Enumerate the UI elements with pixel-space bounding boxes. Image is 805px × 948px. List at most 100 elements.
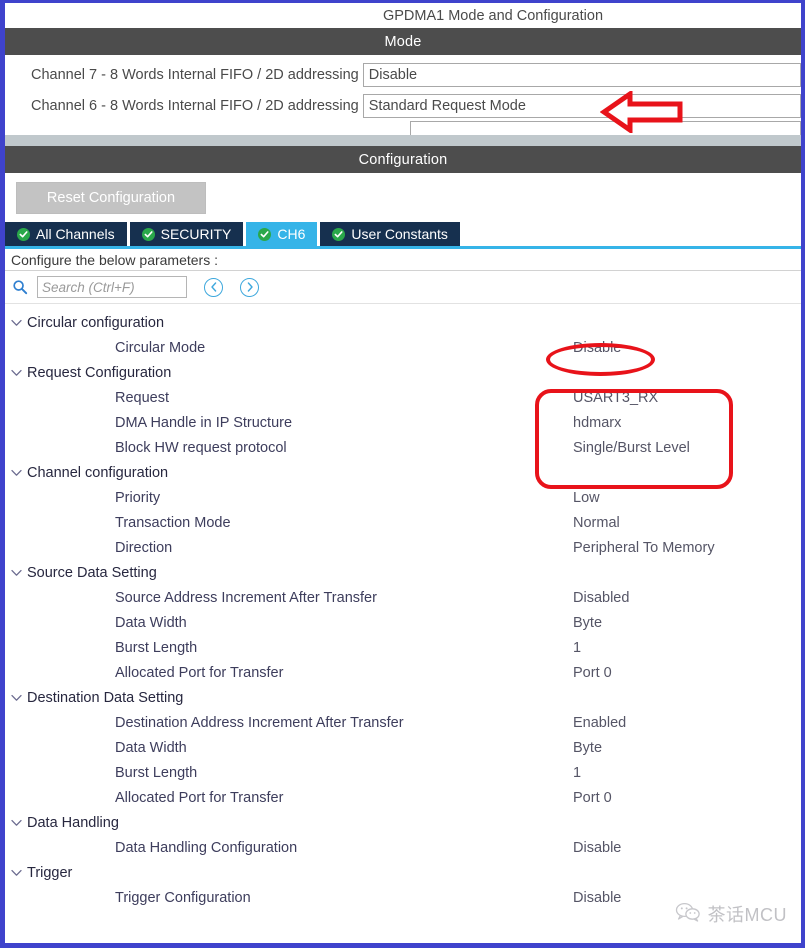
chevron-down-icon[interactable] — [5, 869, 27, 877]
chevron-right-icon[interactable] — [240, 277, 259, 297]
tab-security-label: SECURITY — [160, 226, 232, 242]
parameter-row[interactable]: Data Handling Configuration Disable — [5, 835, 801, 860]
parameter-value[interactable]: Byte — [573, 740, 602, 756]
parameter-value[interactable]: Single/Burst Level — [573, 440, 690, 456]
parameter-group-row[interactable]: Request Configuration — [5, 360, 801, 385]
search-icon — [12, 279, 28, 295]
parameter-name: Data Handling Configuration — [115, 839, 298, 856]
parameter-row[interactable]: Source Address Increment After Transfer D… — [5, 585, 801, 610]
tab-user-constants[interactable]: User Constants — [320, 222, 460, 246]
parameter-group-row[interactable]: Trigger — [5, 860, 801, 885]
parameter-value[interactable]: 1 — [573, 640, 581, 656]
parameter-row[interactable]: Circular Mode Disable — [5, 335, 801, 360]
mode-row-channel7: Channel 7 - 8 Words Internal FIFO / 2D a… — [5, 59, 801, 90]
parameter-name: Data Width — [115, 739, 187, 756]
tab-security[interactable]: SECURITY — [129, 222, 244, 246]
chevron-down-icon[interactable] — [5, 569, 27, 577]
chevron-down-icon[interactable] — [5, 319, 27, 327]
chevron-left-icon[interactable] — [204, 277, 223, 297]
chevron-down-icon[interactable] — [5, 469, 27, 477]
mode-row-channel7-label: Channel 7 - 8 Words Internal FIFO / 2D a… — [31, 66, 359, 83]
parameter-name: Block HW request protocol — [115, 439, 287, 456]
parameter-group-row[interactable]: Data Handling — [5, 810, 801, 835]
parameter-name: Circular Mode — [115, 339, 206, 356]
mode-row-channel7-value: Disable — [368, 66, 418, 83]
parameter-name: Trigger Configuration — [115, 889, 251, 906]
parameter-row[interactable]: Priority Low — [5, 485, 801, 510]
tab-all-channels[interactable]: All Channels — [5, 222, 127, 246]
watermark: 茶话MCU — [675, 901, 788, 927]
chevron-down-icon[interactable] — [5, 819, 27, 827]
gpdma-configuration-window: GPDMA1 Mode and Configuration Mode Chann… — [0, 0, 805, 948]
parameter-group-row[interactable]: Channel configuration — [5, 460, 801, 485]
parameter-value[interactable]: Enabled — [573, 715, 626, 731]
parameter-value[interactable]: Disable — [573, 890, 621, 906]
mode-row-channel6-combobox[interactable]: Standard Request Mode — [362, 93, 801, 118]
chevron-down-icon[interactable] — [5, 369, 27, 377]
check-circle-icon — [17, 227, 30, 241]
parameter-name: Data Handling — [27, 814, 119, 831]
search-input[interactable] — [37, 276, 187, 298]
parameter-name: Destination Data Setting — [27, 689, 184, 706]
parameter-value[interactable]: Disable — [573, 340, 621, 356]
parameter-name: Burst Length — [115, 639, 198, 656]
chevron-down-icon[interactable] — [5, 694, 27, 702]
wechat-bubble-icon — [675, 902, 701, 927]
parameter-group-row[interactable]: Circular configuration — [5, 310, 801, 335]
tab-user-constants-label: User Constants — [351, 226, 448, 242]
parameter-value[interactable]: Disabled — [573, 590, 629, 606]
annotation-left-arrow — [599, 89, 685, 135]
parameter-value[interactable]: Normal — [573, 515, 620, 531]
parameter-row[interactable]: Data Width Byte — [5, 610, 801, 635]
parameter-name: Burst Length — [115, 764, 198, 781]
parameter-value[interactable]: Byte — [573, 615, 602, 631]
parameter-row[interactable]: Transaction Mode Normal — [5, 510, 801, 535]
parameter-row[interactable]: DMA Handle in IP Structure hdmarx — [5, 410, 801, 435]
configuration-section-header-label: Configuration — [358, 151, 448, 168]
parameter-name: Source Data Setting — [27, 564, 157, 581]
parameter-value[interactable]: Low — [573, 490, 600, 506]
tab-ch6[interactable]: CH6 — [246, 222, 318, 246]
window-title-bar: GPDMA1 Mode and Configuration — [5, 3, 801, 28]
parameter-name: Direction — [115, 539, 173, 556]
parameter-row[interactable]: Destination Address Increment After Tran… — [5, 710, 801, 735]
mode-section-header-label: Mode — [384, 33, 422, 50]
parameter-name: Destination Address Increment After Tran… — [115, 714, 404, 731]
parameter-name: Allocated Port for Transfer — [115, 664, 284, 681]
parameter-row[interactable]: Burst Length 1 — [5, 635, 801, 660]
tab-all-channels-label: All Channels — [36, 226, 115, 242]
parameter-value[interactable]: Peripheral To Memory — [573, 540, 715, 556]
check-circle-icon — [141, 227, 155, 241]
parameter-row[interactable]: Burst Length 1 — [5, 760, 801, 785]
tab-ch6-label: CH6 — [277, 226, 306, 242]
parameter-value[interactable]: Port 0 — [573, 790, 612, 806]
parameter-name: DMA Handle in IP Structure — [115, 414, 293, 431]
parameter-row[interactable]: Direction Peripheral To Memory — [5, 535, 801, 560]
parameter-value[interactable]: Disable — [573, 840, 621, 856]
parameter-name: Trigger — [27, 864, 73, 881]
parameter-name: Circular configuration — [27, 314, 165, 331]
parameter-name: Allocated Port for Transfer — [115, 789, 284, 806]
parameter-value[interactable]: 1 — [573, 765, 581, 781]
mode-section-header: Mode — [5, 28, 801, 55]
parameter-row[interactable]: Request USART3_RX — [5, 385, 801, 410]
parameter-row[interactable]: Allocated Port for Transfer Port 0 — [5, 785, 801, 810]
parameter-group-row[interactable]: Destination Data Setting — [5, 685, 801, 710]
parameter-name: Transaction Mode — [115, 514, 231, 531]
parameter-row[interactable]: Data Width Byte — [5, 735, 801, 760]
parameter-name: Channel configuration — [27, 464, 169, 481]
mode-row-channel7-combobox[interactable]: Disable — [362, 62, 801, 87]
configuration-tabbar: All Channels SECURITY CH6 User Constants — [5, 222, 801, 249]
parameter-tree: Circular configuration Circular Mode Disab… — [5, 304, 801, 910]
reset-configuration-button[interactable]: Reset Configuration — [16, 181, 206, 214]
parameter-group-row[interactable]: Source Data Setting — [5, 560, 801, 585]
parameter-name: Request — [115, 389, 170, 406]
parameter-value[interactable]: USART3_RX — [573, 390, 658, 406]
parameter-name: Source Address Increment After Transfer — [115, 589, 377, 606]
check-circle-icon — [258, 227, 272, 241]
parameter-row[interactable]: Block HW request protocol Single/Burst Le… — [5, 435, 801, 460]
configure-hint-bar: Configure the below parameters : — [5, 249, 801, 271]
parameter-value[interactable]: Port 0 — [573, 665, 612, 681]
parameter-row[interactable]: Allocated Port for Transfer Port 0 — [5, 660, 801, 685]
parameter-value[interactable]: hdmarx — [573, 415, 621, 431]
